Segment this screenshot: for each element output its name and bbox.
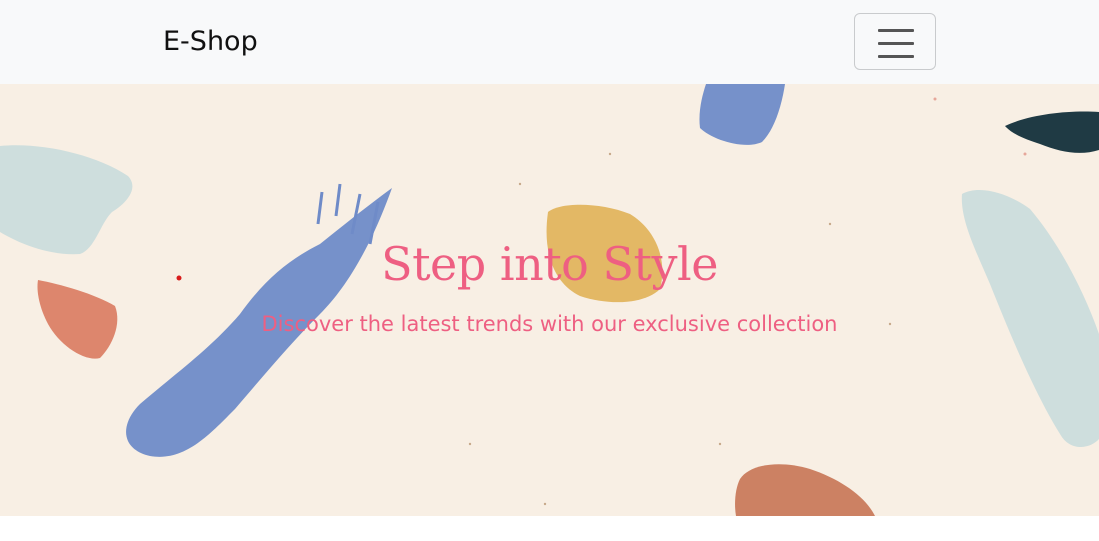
hero-title: Step into Style	[381, 237, 718, 291]
navbar: E-Shop	[0, 0, 1099, 84]
navbar-toggler-button[interactable]	[854, 13, 936, 70]
hero-subtitle: Discover the latest trends with our excl…	[261, 312, 838, 336]
hero-banner: Step into Style Discover the latest tren…	[0, 84, 1099, 516]
brush-stroke-background	[0, 84, 1099, 516]
hamburger-menu-icon	[878, 29, 914, 58]
brand-link[interactable]: E-Shop	[163, 22, 258, 62]
